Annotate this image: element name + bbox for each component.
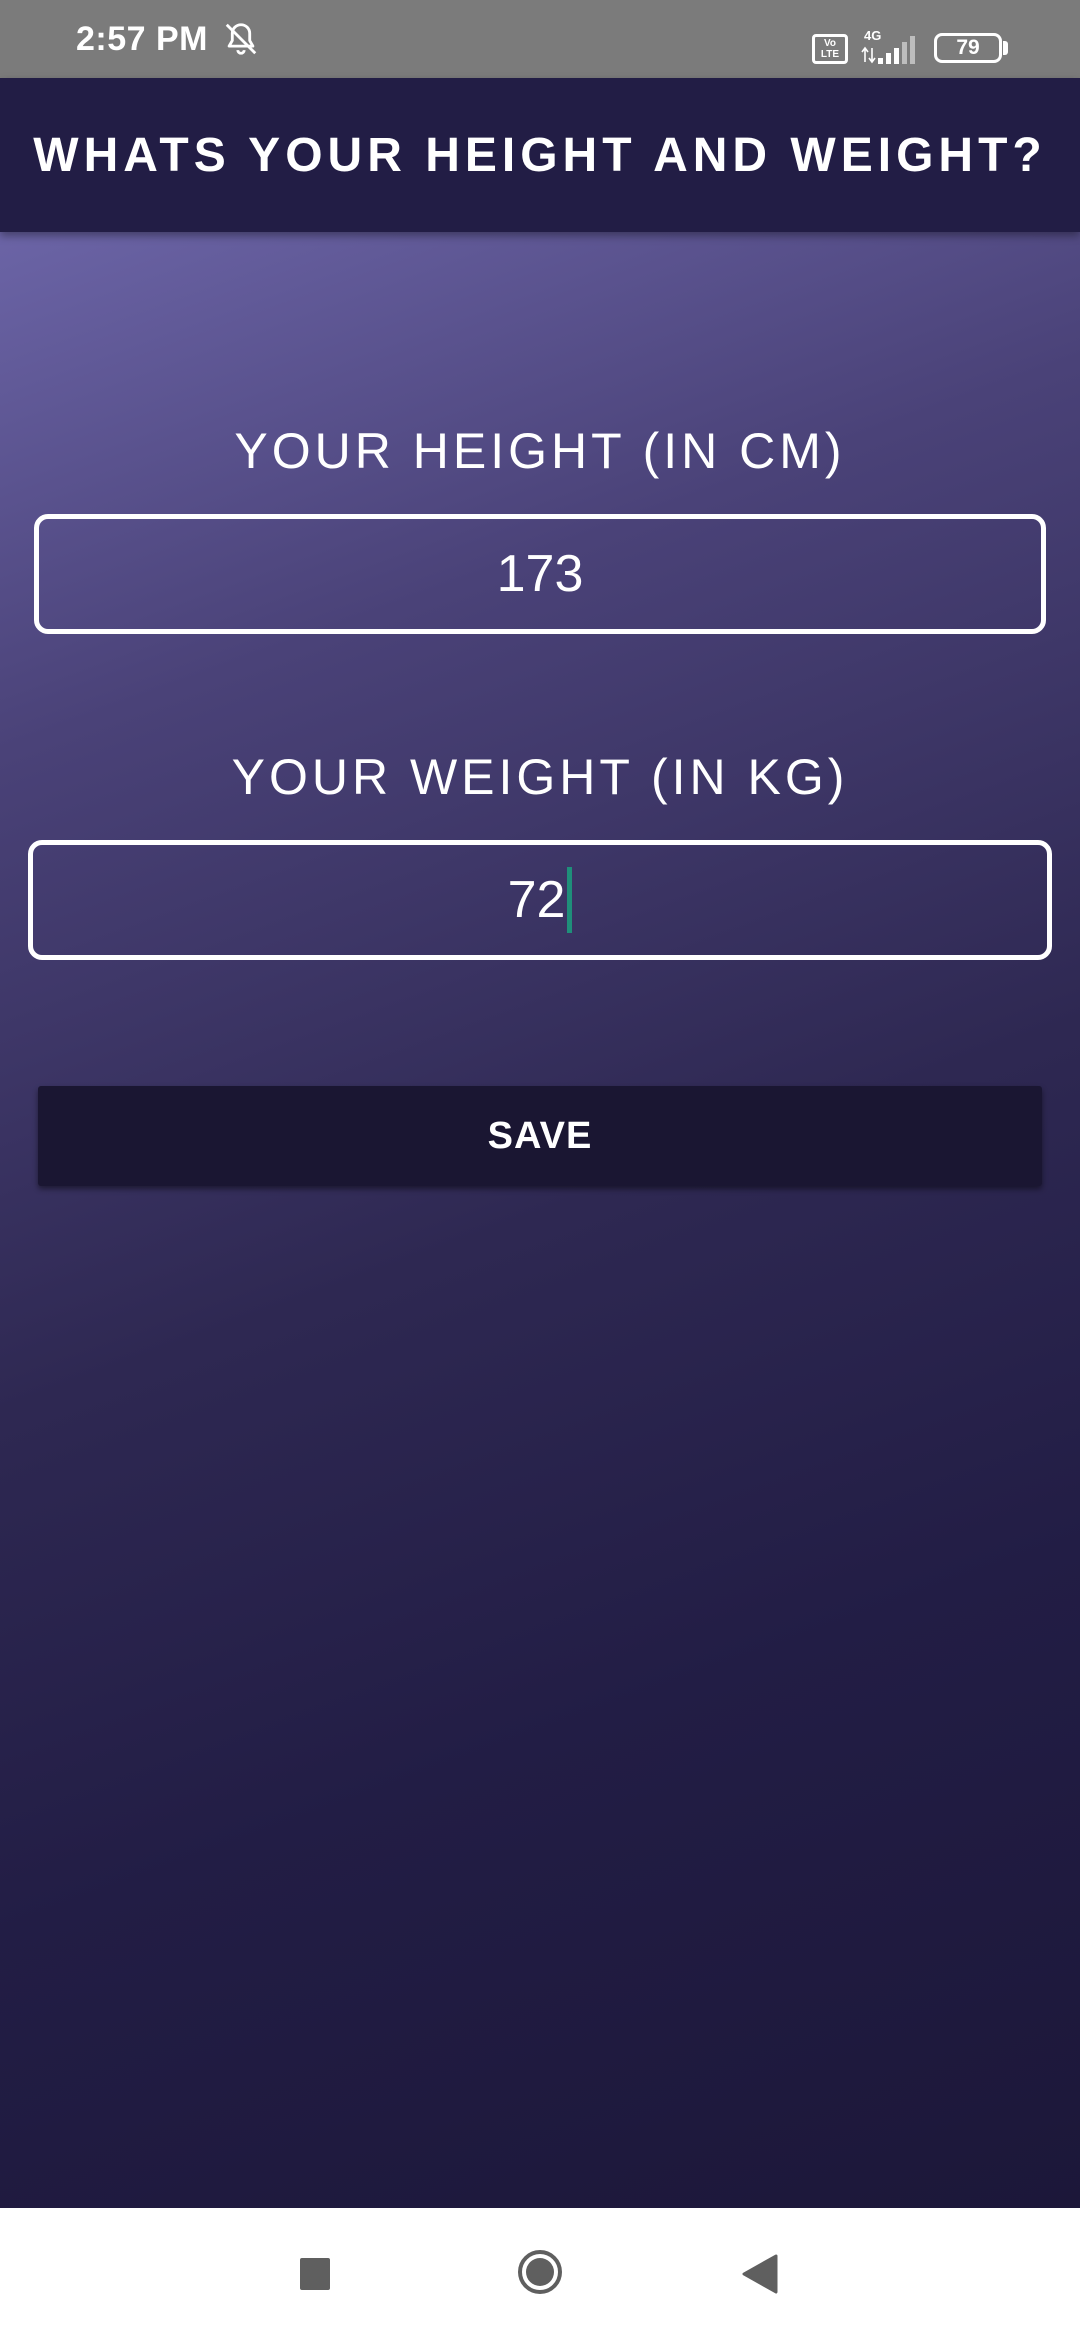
height-label: YOUR HEIGHT (IN CM) <box>234 423 846 479</box>
save-button[interactable]: SAVE <box>38 1086 1042 1186</box>
form-content: YOUR HEIGHT (IN CM) 173 YOUR WEIGHT (IN … <box>0 232 1080 2208</box>
height-input[interactable]: 173 <box>34 514 1046 634</box>
weight-value: 72 <box>507 871 566 929</box>
page-title: WHATS YOUR HEIGHT AND WEIGHT? <box>33 128 1047 182</box>
screen: 2:57 PM Vo LTE 4G 79 WHATS YOUR HEIGHT A… <box>0 0 1080 2340</box>
battery-icon: 79 <box>934 33 1002 63</box>
volte-icon: Vo LTE <box>812 34 848 64</box>
navigation-bar <box>0 2208 1080 2340</box>
app-bar: WHATS YOUR HEIGHT AND WEIGHT? <box>0 78 1080 232</box>
signal-icon: 4G <box>861 28 915 64</box>
network-type-text: 4G <box>864 28 881 43</box>
weight-input[interactable]: 72 <box>28 840 1052 960</box>
height-value: 173 <box>496 545 584 603</box>
text-cursor <box>567 867 573 933</box>
home-icon[interactable] <box>516 2248 564 2296</box>
recents-icon[interactable] <box>300 2258 330 2290</box>
battery-tip <box>1003 41 1008 55</box>
status-bar: 2:57 PM Vo LTE 4G 79 <box>0 0 1080 78</box>
bell-off-icon <box>225 23 257 55</box>
status-time: 2:57 PM <box>76 20 208 58</box>
back-icon[interactable] <box>742 2254 778 2294</box>
weight-label: YOUR WEIGHT (IN KG) <box>231 749 849 805</box>
